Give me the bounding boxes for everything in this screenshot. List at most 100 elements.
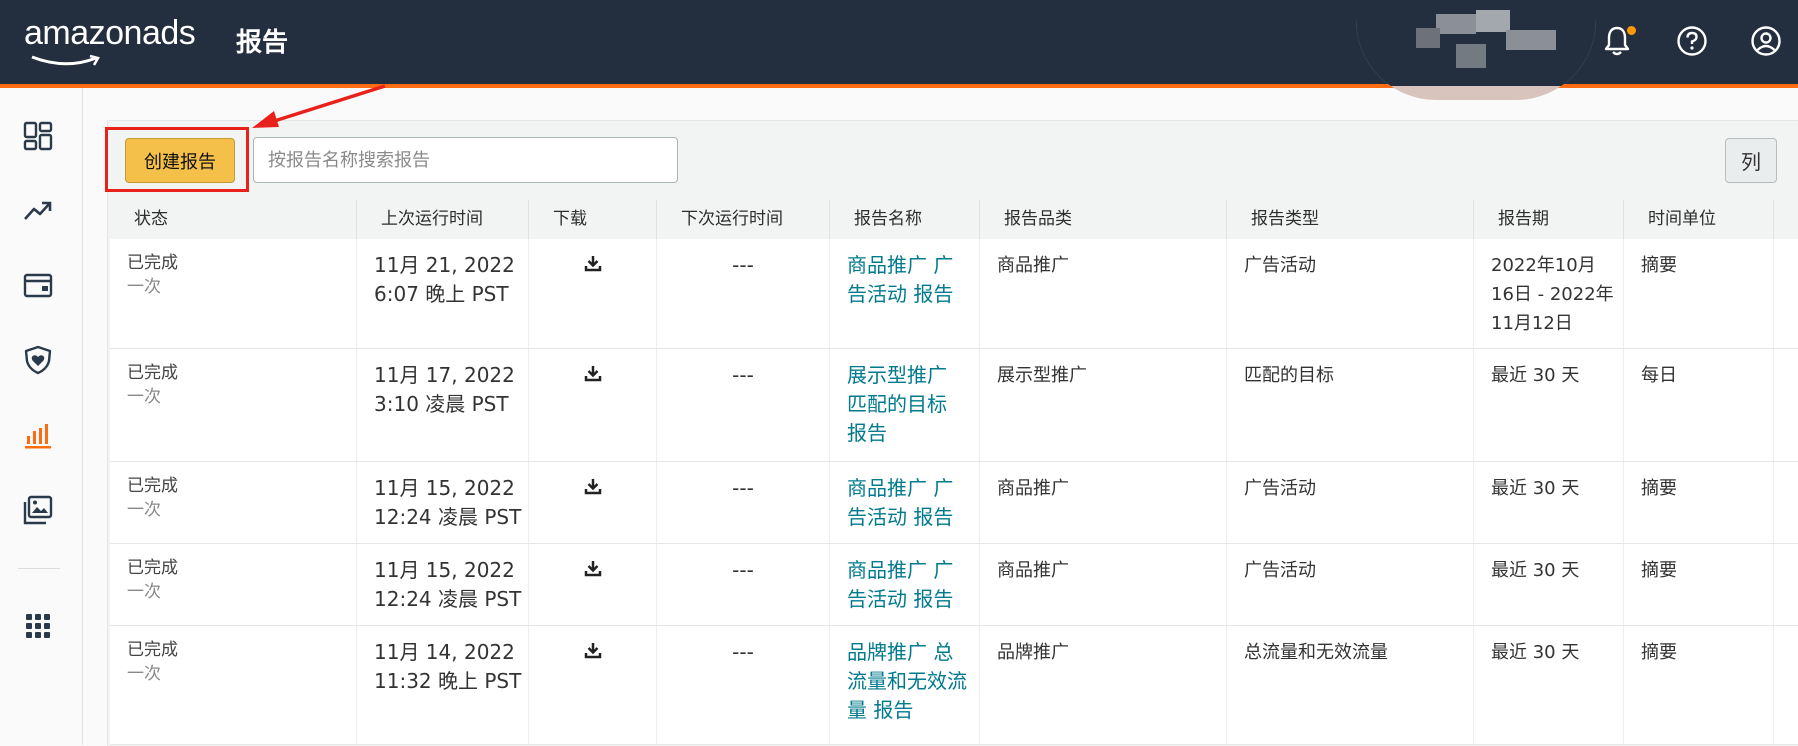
frequency-text: 一次: [127, 500, 161, 520]
download-icon[interactable]: [584, 556, 602, 585]
status-text: 已完成: [127, 640, 178, 660]
status-text: 已完成: [127, 558, 178, 578]
column-header-last-run[interactable]: 上次运行时间: [357, 200, 529, 239]
column-header-category[interactable]: 报告品类: [980, 200, 1227, 239]
period-cell: 最近 30 天: [1474, 544, 1624, 625]
next-run-cell: ---: [657, 626, 830, 744]
account-button[interactable]: [1747, 22, 1785, 60]
type-cell: 广告活动: [1227, 544, 1474, 625]
time-unit-cell: 摘要: [1624, 462, 1774, 543]
last-run-date: 11月 15, 2022: [374, 558, 515, 582]
frequency-text: 一次: [127, 387, 161, 407]
last-run-time: 12:24 凌晨 PST: [374, 587, 522, 611]
frequency-text: 一次: [127, 664, 161, 684]
time-unit-cell: 摘要: [1624, 239, 1774, 348]
period-cell: 最近 30 天: [1474, 626, 1624, 744]
download-cell: [529, 544, 657, 625]
report-name-link[interactable]: 商品推广 广告活动 报告: [847, 253, 953, 306]
nav-brand-safety[interactable]: [18, 340, 58, 380]
period-cell: 最近 30 天: [1474, 462, 1624, 543]
frequency-text: 一次: [127, 582, 161, 602]
media-library-icon: [23, 495, 53, 525]
status-cell: 已完成 一次: [110, 462, 357, 543]
period-cell: 2022年10月16日 - 2022年11月12日: [1474, 239, 1624, 348]
download-cell: [529, 462, 657, 543]
last-run-date: 11月 21, 2022: [374, 253, 515, 277]
nav-billing[interactable]: [18, 265, 58, 305]
period-cell: 最近 30 天: [1474, 349, 1624, 461]
status-cell: 已完成 一次: [110, 544, 357, 625]
report-name-link[interactable]: 品牌推广 总流量和无效流量 报告: [847, 640, 967, 722]
table-row: 已完成 一次 11月 14, 2022 11:32 晚上 PST --- 品牌推…: [110, 626, 1798, 745]
frequency-text: 一次: [127, 277, 161, 297]
status-text: 已完成: [127, 253, 178, 273]
help-icon: [1677, 26, 1707, 56]
type-cell: 广告活动: [1227, 239, 1474, 348]
last-run-time: 6:07 晚上 PST: [374, 282, 509, 306]
amazon-ads-logo[interactable]: amazonads: [24, 14, 196, 66]
type-cell: 总流量和无效流量: [1227, 626, 1474, 744]
columns-button[interactable]: 列: [1725, 138, 1777, 183]
table-row: 已完成 一次 11月 17, 2022 3:10 凌晨 PST --- 展示型推…: [110, 349, 1798, 462]
help-button[interactable]: [1673, 22, 1711, 60]
column-header-report-name[interactable]: 报告名称: [830, 200, 980, 239]
logo-text: amazonads: [24, 14, 196, 52]
table-row: 已完成 一次 11月 21, 2022 6:07 晚上 PST --- 商品推广…: [110, 239, 1798, 349]
left-nav: [0, 88, 83, 745]
category-cell: 展示型推广: [980, 349, 1227, 461]
notifications-button[interactable]: [1598, 22, 1636, 60]
next-run-cell: ---: [657, 349, 830, 461]
nav-divider: [18, 568, 60, 569]
last-run-cell: 11月 14, 2022 11:32 晚上 PST: [357, 626, 529, 744]
table-header: 状态 上次运行时间 下载 下次运行时间 报告名称 报告品类 报告类型 报告期 时…: [110, 200, 1798, 239]
category-cell: 品牌推广: [980, 626, 1227, 744]
column-header-status[interactable]: 状态: [110, 200, 357, 239]
notification-dot: [1627, 26, 1636, 35]
download-icon[interactable]: [584, 638, 602, 667]
last-run-date: 11月 14, 2022: [374, 640, 515, 664]
nav-assets[interactable]: [18, 490, 58, 530]
last-run-cell: 11月 15, 2022 12:24 凌晨 PST: [357, 462, 529, 543]
report-name-cell: 商品推广 广告活动 报告: [830, 462, 980, 543]
status-cell: 已完成 一次: [110, 626, 357, 744]
report-name-cell: 商品推广 广告活动 报告: [830, 544, 980, 625]
report-name-link[interactable]: 展示型推广 匹配的目标 报告: [847, 363, 947, 445]
download-cell: [529, 626, 657, 744]
download-icon[interactable]: [584, 361, 602, 390]
apps-grid-icon: [26, 614, 50, 638]
column-header-type[interactable]: 报告类型: [1227, 200, 1474, 239]
category-cell: 商品推广: [980, 544, 1227, 625]
logo-smile-icon: [31, 54, 100, 66]
last-run-time: 3:10 凌晨 PST: [374, 392, 509, 416]
report-name-cell: 品牌推广 总流量和无效流量 报告: [830, 626, 980, 744]
time-unit-cell: 每日: [1624, 349, 1774, 461]
nav-reports[interactable]: [18, 415, 58, 455]
page-title: 报告: [236, 28, 289, 58]
report-name-link[interactable]: 商品推广 广告活动 报告: [847, 476, 953, 529]
create-report-button[interactable]: 创建报告: [125, 138, 235, 183]
download-cell: [529, 239, 657, 348]
category-cell: 商品推广: [980, 239, 1227, 348]
time-unit-cell: 摘要: [1624, 544, 1774, 625]
account-selector-redacted[interactable]: [1356, 0, 1596, 100]
report-search-input[interactable]: [253, 137, 678, 183]
nav-campaigns[interactable]: [18, 190, 58, 230]
type-cell: 匹配的目标: [1227, 349, 1474, 461]
download-icon[interactable]: [584, 251, 602, 280]
shield-heart-icon: [24, 345, 52, 375]
download-icon[interactable]: [584, 474, 602, 503]
column-header-period[interactable]: 报告期: [1474, 200, 1624, 239]
last-run-cell: 11月 21, 2022 6:07 晚上 PST: [357, 239, 529, 348]
nav-dashboard[interactable]: [18, 116, 58, 156]
next-run-cell: ---: [657, 462, 830, 543]
status-text: 已完成: [127, 476, 178, 496]
table-row: 已完成 一次 11月 15, 2022 12:24 凌晨 PST --- 商品推…: [110, 462, 1798, 544]
column-header-download[interactable]: 下载: [529, 200, 657, 239]
nav-all-apps[interactable]: [18, 606, 58, 646]
column-header-next-run[interactable]: 下次运行时间: [657, 200, 830, 239]
column-header-time-unit[interactable]: 时间单位: [1624, 200, 1774, 239]
report-name-link[interactable]: 商品推广 广告活动 报告: [847, 558, 953, 611]
bar-chart-icon: [25, 424, 51, 449]
top-bar: amazonads 报告: [0, 0, 1798, 100]
status-text: 已完成: [127, 363, 178, 383]
